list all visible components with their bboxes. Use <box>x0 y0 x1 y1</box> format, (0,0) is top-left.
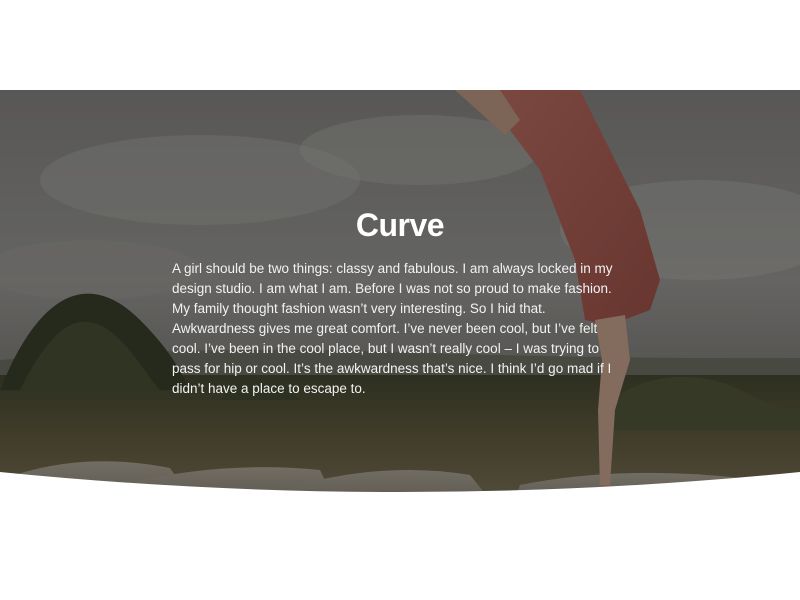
hero-title: Curve <box>355 207 445 243</box>
hero-paragraph: A girl should be two things: classy and … <box>172 261 613 397</box>
hero-content: Curve A girl should be two things: class… <box>172 207 628 399</box>
page: Curve A girl should be two things: class… <box>0 0 800 600</box>
hero-section: Curve A girl should be two things: class… <box>0 90 800 512</box>
curve-divider <box>0 472 800 512</box>
